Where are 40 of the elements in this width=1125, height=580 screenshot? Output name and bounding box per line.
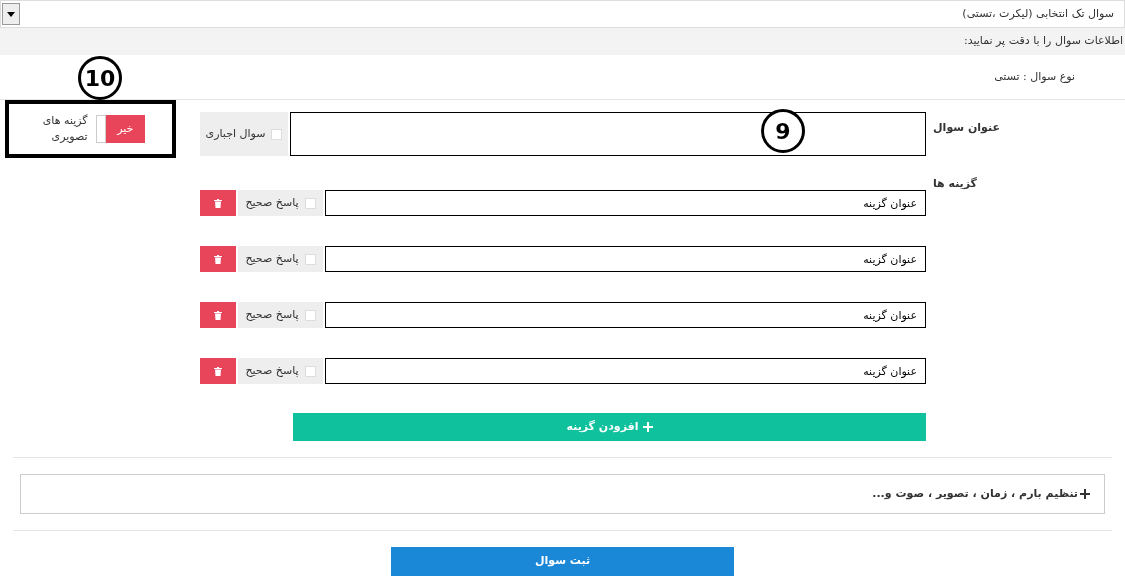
submit-button[interactable]: ثبت سوال	[391, 547, 734, 576]
correct-answer-label[interactable]: پاسخ صحیح	[245, 362, 299, 380]
advanced-settings-text: تنظیم بارم ، زمان ، تصویر ، صوت و...	[872, 485, 1078, 502]
option-input[interactable]: عنوان گزینه	[325, 190, 926, 216]
checkbox[interactable]	[271, 128, 283, 140]
plus-icon	[642, 422, 653, 432]
caret-icon	[7, 11, 15, 17]
correct-answer-label[interactable]: پاسخ صحیح	[245, 306, 299, 324]
instructions-bar: اطلاعات سوال را با دقت پر نمایید:	[0, 28, 1125, 55]
question-title-field[interactable]: 9	[290, 112, 926, 156]
trash-icon	[214, 310, 222, 320]
delete-button[interactable]	[200, 358, 236, 384]
select-value: سوال تک انتخابی (لیکرت ،تستی)	[962, 5, 1115, 22]
option-input[interactable]: عنوان گزینه	[325, 358, 926, 384]
question-type-select[interactable]: سوال تک انتخابی (لیکرت ،تستی)	[0, 0, 1125, 28]
callout-badge: 10	[78, 56, 122, 100]
mandatory-label[interactable]: سوال اجباری	[205, 125, 266, 143]
trash-icon	[214, 254, 222, 264]
advanced-settings-panel[interactable]: تنظیم بارم ، زمان ، تصویر ، صوت و...	[20, 474, 1105, 514]
correct-answer-label[interactable]: پاسخ صحیح	[245, 194, 299, 212]
checkbox[interactable]	[304, 253, 316, 265]
checkbox[interactable]	[304, 309, 316, 321]
question-type-text: نوع سوال : تستی	[994, 68, 1075, 85]
plus-icon	[1080, 489, 1090, 499]
checkbox[interactable]	[304, 197, 316, 209]
options-label: گزینه ها	[932, 176, 977, 192]
delete-button[interactable]	[200, 246, 236, 272]
delete-button[interactable]	[200, 302, 236, 328]
toggle-switch[interactable]: خیر	[95, 115, 145, 143]
trash-icon	[214, 366, 222, 376]
callout-badge: 9	[761, 109, 805, 153]
checkbox[interactable]	[304, 365, 316, 377]
image-options-label: گزینه های تصویری	[41, 112, 88, 145]
dropdown-button[interactable]	[2, 3, 20, 25]
option-input[interactable]: عنوان گزینه	[325, 246, 926, 272]
question-title-label: عنوان سوال	[933, 120, 1000, 136]
option-input[interactable]: عنوان گزینه	[325, 302, 926, 328]
delete-button[interactable]	[200, 190, 236, 216]
correct-answer-label[interactable]: پاسخ صحیح	[245, 250, 299, 268]
trash-icon	[214, 198, 222, 208]
